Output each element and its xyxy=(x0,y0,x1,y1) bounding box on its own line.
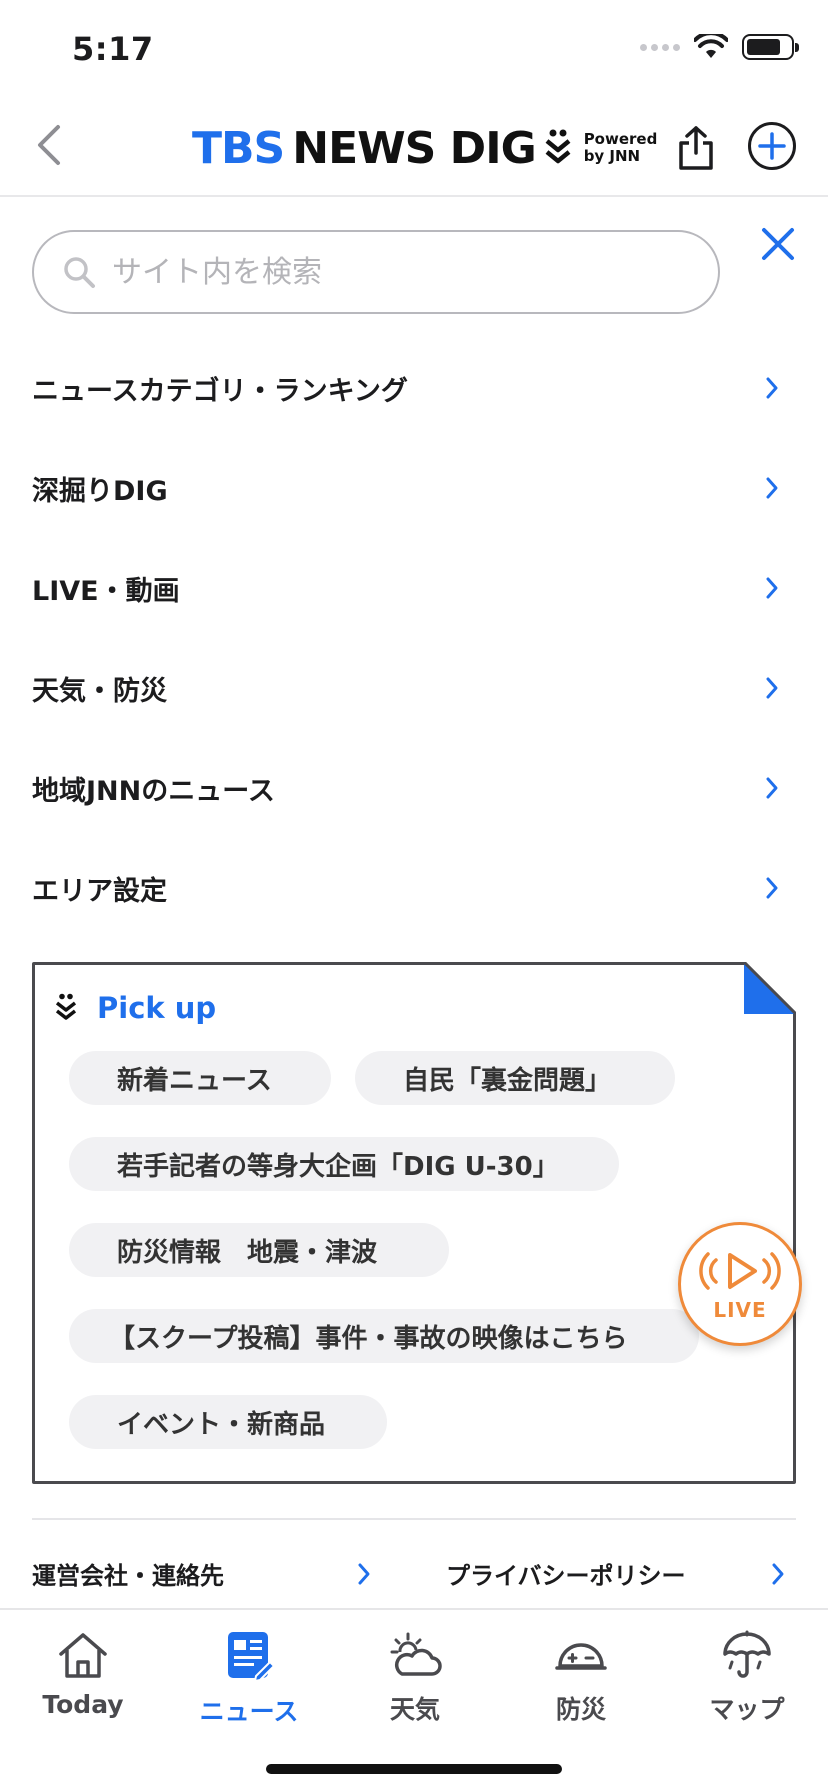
menu-item-weather-disaster[interactable]: 天気・防災 xyxy=(32,638,796,738)
live-button[interactable]: LIVE xyxy=(678,1222,802,1346)
tab-label: 天気 xyxy=(389,1695,440,1724)
tab-label: ニュース xyxy=(199,1697,299,1726)
status-icons xyxy=(640,34,799,60)
logo-powered-by: Powered by JNN xyxy=(583,130,658,165)
pickup-card: Pick up 新着ニュース 自民「裏金問題」 若手記者の等身大企画「DIG U… xyxy=(32,962,796,1484)
back-button[interactable] xyxy=(24,120,74,170)
close-button[interactable] xyxy=(756,222,800,266)
tab-weather[interactable]: 天気 xyxy=(332,1630,498,1726)
footer-link-privacy[interactable]: プライバシーポリシー xyxy=(446,1556,790,1591)
menu-item-label: 地域JNNのニュース xyxy=(32,775,275,807)
dig-arrow-icon xyxy=(55,993,77,1020)
home-icon xyxy=(59,1633,107,1678)
logo-tbs-text: TBS xyxy=(192,122,285,174)
app-header: TBS NEWS DIG Powered by JNN xyxy=(0,100,828,197)
pickup-chip-dig-u30[interactable]: 若手記者の等身大企画「DIG U-30」 xyxy=(69,1137,619,1191)
wifi-icon xyxy=(694,34,728,58)
tab-news[interactable]: ニュース xyxy=(166,1630,332,1728)
pickup-chip-events[interactable]: イベント・新商品 xyxy=(69,1395,387,1449)
share-icon xyxy=(679,126,713,170)
menu-item-label: LIVE・動画 xyxy=(32,575,180,607)
menu-item-label: ニュースカテゴリ・ランキング xyxy=(32,375,408,407)
menu-item-news-category[interactable]: ニュースカテゴリ・ランキング xyxy=(32,338,796,438)
dig-arrow-icon xyxy=(545,129,571,164)
footer-link-label: 運営会社・連絡先 xyxy=(32,1562,224,1590)
pickup-chip-lp-funds[interactable]: 自民「裏金問題」 xyxy=(355,1051,675,1105)
pickup-title: Pick up xyxy=(55,991,216,1025)
pickup-chip-scoop-post[interactable]: 【スクープ投稿】事件・事故の映像はこちら xyxy=(69,1309,699,1363)
menu-item-regional-jnn[interactable]: 地域JNNのニュース xyxy=(32,738,796,838)
chevron-right-icon xyxy=(760,876,784,900)
menu-list: ニュースカテゴリ・ランキング 深掘りDIG LIVE・動画 天気・防災 地域JN… xyxy=(32,338,796,938)
chevron-right-icon xyxy=(760,776,784,800)
tab-today[interactable]: Today xyxy=(0,1630,166,1719)
search-box[interactable] xyxy=(32,230,720,314)
status-bar: 5:17 xyxy=(0,0,828,100)
pickup-chip-latest-news[interactable]: 新着ニュース xyxy=(69,1051,331,1105)
chevron-right-icon xyxy=(352,1562,376,1586)
tab-map[interactable]: マップ xyxy=(664,1630,828,1726)
menu-item-label: 深掘りDIG xyxy=(32,475,168,507)
battery-icon xyxy=(742,34,799,60)
helmet-icon xyxy=(555,1643,607,1670)
search-input[interactable] xyxy=(112,254,672,290)
live-label: LIVE xyxy=(713,1298,767,1322)
menu-item-deep-dig[interactable]: 深掘りDIG xyxy=(32,438,796,538)
share-button[interactable] xyxy=(670,120,722,176)
logo-news-dig-text: NEWS DIG xyxy=(292,122,536,174)
pickup-title-text: Pick up xyxy=(97,991,217,1025)
plus-circle-icon xyxy=(748,122,796,170)
pickup-chip-disaster-info[interactable]: 防災情報 地震・津波 xyxy=(69,1223,449,1277)
tab-label: マップ xyxy=(709,1695,785,1724)
map-umbrella-icon xyxy=(723,1630,771,1678)
tab-label: Today xyxy=(42,1690,124,1719)
divider xyxy=(32,1518,796,1520)
news-icon xyxy=(228,1632,276,1682)
folded-corner-icon xyxy=(744,962,796,1014)
chevron-left-icon xyxy=(38,125,60,165)
tbs-news-dig-logo: TBS NEWS DIG Powered by JNN xyxy=(192,118,657,178)
menu-item-label: エリア設定 xyxy=(32,875,167,907)
search-icon xyxy=(64,257,95,288)
tab-disaster[interactable]: 防災 xyxy=(498,1630,664,1726)
chevron-right-icon xyxy=(760,576,784,600)
close-icon xyxy=(762,228,794,260)
tab-label: 防災 xyxy=(555,1695,606,1724)
home-indicator xyxy=(266,1764,562,1774)
status-time: 5:17 xyxy=(72,30,154,68)
footer-link-label: プライバシーポリシー xyxy=(446,1562,686,1590)
chevron-right-icon xyxy=(760,476,784,500)
cellular-signal-icon xyxy=(640,43,680,51)
menu-item-live-video[interactable]: LIVE・動画 xyxy=(32,538,796,638)
add-button[interactable] xyxy=(746,120,798,172)
chevron-right-icon xyxy=(766,1562,790,1586)
menu-item-label: 天気・防災 xyxy=(32,675,167,707)
footer-link-company[interactable]: 運営会社・連絡先 xyxy=(32,1556,376,1591)
live-play-icon xyxy=(699,1252,781,1290)
chevron-right-icon xyxy=(760,676,784,700)
menu-item-area-settings[interactable]: エリア設定 xyxy=(32,838,796,938)
weather-icon xyxy=(390,1632,442,1676)
chevron-right-icon xyxy=(760,376,784,400)
